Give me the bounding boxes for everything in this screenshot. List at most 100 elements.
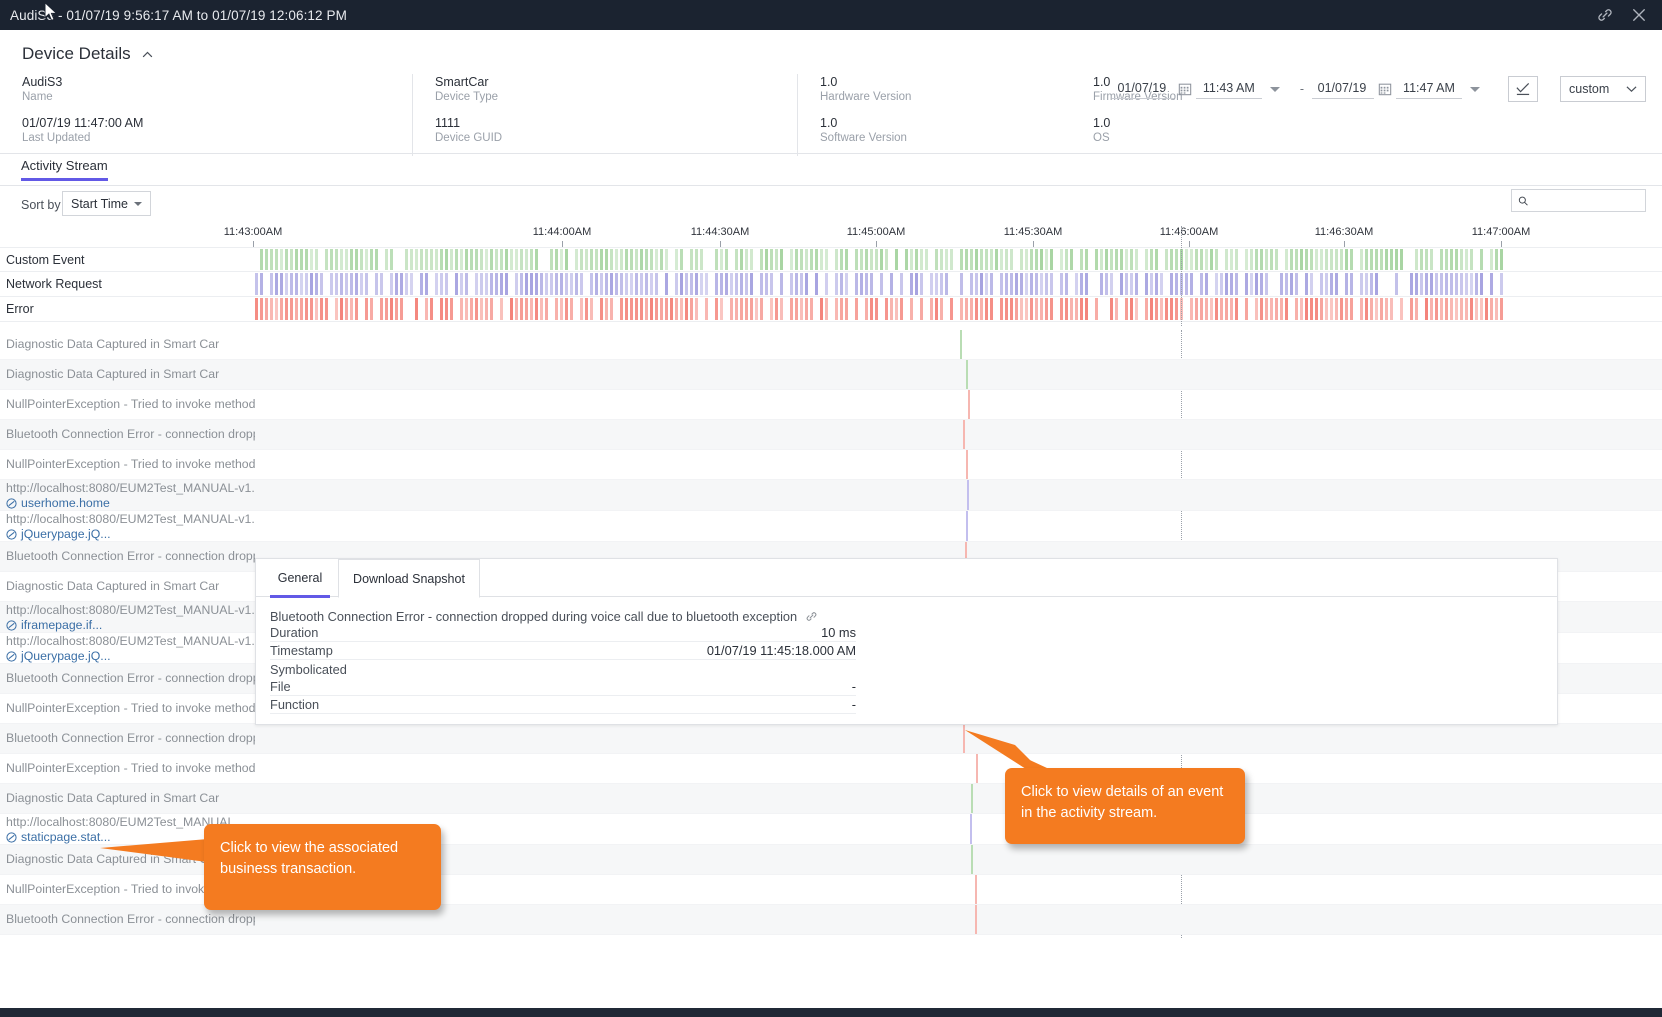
timeline-bar [1335,273,1338,295]
calendar-icon[interactable] [1178,82,1192,96]
timeline-bar [1365,273,1368,295]
timeline-lane-bars[interactable] [255,297,1662,321]
timeline-bar [800,273,803,295]
timeline-bar [425,298,428,320]
activity-row[interactable]: NullPointerException - Tried to invoke m… [0,754,1662,784]
timeline-bar [1245,298,1248,320]
end-time-input[interactable]: 11:47 AM [1396,79,1462,99]
timeline-bar [1235,273,1238,295]
timeline-bar [415,249,418,270]
tab-activity-stream[interactable]: Activity Stream [21,158,108,181]
timeline-bar [730,298,733,320]
timeline-bar [665,273,668,295]
activity-row[interactable]: http://localhost:8080/EUM2Test_MANUAL-v1… [0,511,1662,542]
activity-row-time-marker[interactable] [963,420,965,449]
timeline-bar [640,249,643,270]
timeline-bar [355,298,358,320]
timeline-bar [275,249,278,270]
start-date-input[interactable]: 01/07/19 [1111,79,1174,99]
link-icon[interactable] [805,610,818,623]
activity-row-time-marker[interactable] [975,875,977,904]
activity-row-time-marker[interactable] [966,511,968,541]
timeline-bar [840,298,843,320]
timeline-bar [1085,249,1088,270]
timeline-bar [655,249,658,270]
calendar-icon[interactable] [1378,82,1392,96]
close-icon[interactable] [1630,6,1648,24]
business-transaction-link[interactable]: userhome.home [6,496,110,510]
timeline-bar [1375,273,1378,295]
end-time-dropdown-caret[interactable] [1470,86,1480,92]
activity-row[interactable]: http://localhost:8080/EUM2Test_MANUAL-v1… [0,480,1662,511]
activity-row[interactable]: NullPointerException - Tried to invoke m… [0,390,1662,420]
business-transaction-link[interactable]: jQuerypage.jQ... [6,527,111,541]
link-icon[interactable] [1596,6,1614,24]
timeline-lane-bars[interactable] [255,248,1662,271]
timeline-bar [585,298,588,320]
timeline-lane-bars[interactable] [255,272,1662,296]
end-date-input[interactable]: 01/07/19 [1312,79,1374,99]
timeline-bar [305,273,308,295]
activity-row[interactable]: Bluetooth Connection Error - connection … [0,420,1662,450]
activity-row[interactable]: Diagnostic Data Captured in Smart Car [0,784,1662,814]
timeline-bar [760,273,763,295]
activity-row[interactable]: Bluetooth Connection Error - connection … [0,724,1662,754]
timeline-bar [975,298,978,320]
start-time-input[interactable]: 11:43 AM [1195,79,1262,99]
search-input[interactable] [1532,193,1639,208]
time-preset-select[interactable]: custom [1560,76,1646,102]
start-time-dropdown-caret[interactable] [1269,86,1280,92]
timeline-bar [590,249,593,270]
activity-row-text: NullPointerException - Tried to invoke m… [6,701,255,715]
business-transaction-link[interactable]: iframepage.if... [6,618,102,632]
timeline-bar [1445,273,1448,295]
tab-active-underline [21,178,108,181]
timeline-bar [700,273,703,295]
search-box[interactable] [1511,189,1646,212]
window-title: AudiS3 - 01/07/19 9:56:17 AM to 01/07/19… [10,7,347,23]
timeline-bar [935,249,938,270]
timeline-bar [890,298,893,320]
activity-row[interactable]: NullPointerException - Tried to invoke m… [0,450,1662,480]
activity-row-time-marker[interactable] [968,390,970,419]
business-transaction-name: iframepage.if... [21,618,103,632]
timeline-bar [595,249,598,270]
timeline-bar [895,298,898,320]
activity-row-time-marker[interactable] [966,450,968,479]
activity-row[interactable]: Diagnostic Data Captured in Smart Car [0,360,1662,390]
activity-row-label-cell: NullPointerException - Tried to invoke m… [0,390,255,419]
apply-time-range-button[interactable] [1508,76,1538,102]
activity-row[interactable]: Diagnostic Data Captured in Smart Car [0,330,1662,360]
tab-download-snapshot[interactable]: Download Snapshot [338,559,480,598]
timeline-bar [625,298,628,320]
timeline-bar [1445,249,1448,270]
activity-row-time-marker[interactable] [967,480,969,510]
activity-row-time-marker[interactable] [975,905,977,934]
timeline-bar [790,273,793,295]
timeline-bar [580,298,583,320]
activity-row-time-marker[interactable] [960,330,962,359]
timeline-bar [1060,273,1063,295]
timeline-bar [1450,249,1453,270]
chevron-up-icon[interactable] [141,48,154,61]
timeline-bar [620,273,623,295]
timeline-bar [935,273,938,295]
timeline-bar [500,273,503,295]
window-actions [1596,6,1648,24]
timeline-bar [275,298,278,320]
business-transaction-link[interactable]: jQuerypage.jQ... [6,649,111,663]
timeline-bar [875,298,878,320]
timeline-bar [1390,298,1393,320]
timeline-bar [1190,249,1193,270]
timeline-bar [415,298,418,320]
tab-general[interactable]: General [270,559,330,598]
activity-row-time-marker[interactable] [971,845,973,874]
timeline-bar [910,249,913,270]
activity-row-time-marker[interactable] [966,360,968,389]
timeline-bar [975,249,978,270]
sort-by-dropdown[interactable]: Start Time [62,191,151,216]
timeline-bar [1260,273,1263,295]
timeline-bar [1320,273,1323,295]
timeline-bar [345,298,348,320]
timeline-bar [1490,249,1493,270]
